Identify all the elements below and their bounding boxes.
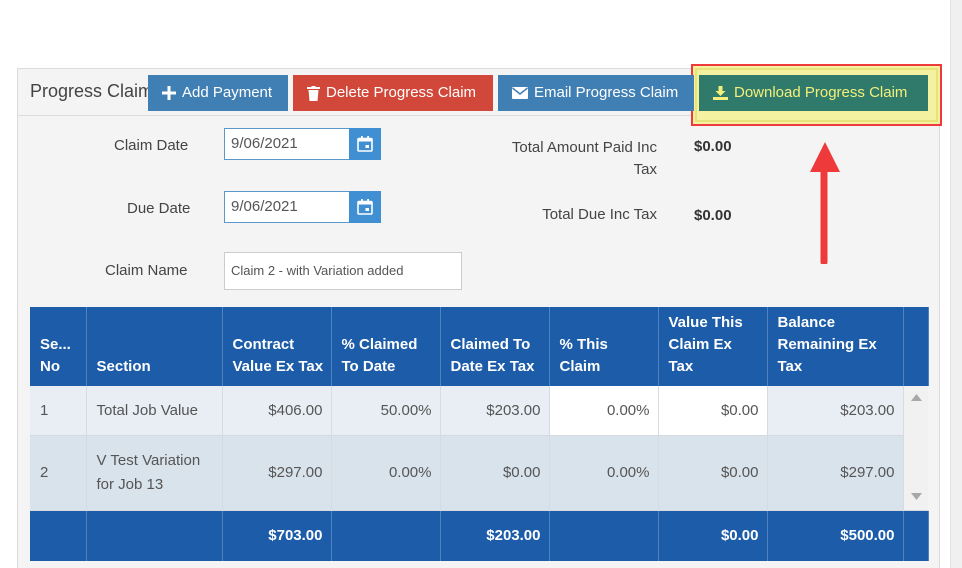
- email-progress-claim-label: Email Progress Claim: [534, 84, 679, 101]
- due-date-calendar-button[interactable]: [349, 191, 381, 223]
- total-contract-value: $703.00: [222, 510, 332, 561]
- cell-pct-this-claim[interactable]: 0.00%: [549, 435, 659, 511]
- cell-claimed-to-date: $0.00: [440, 435, 550, 511]
- plus-icon: [162, 86, 176, 100]
- claim-date-input[interactable]: 9/06/2021: [224, 128, 350, 160]
- total-claimed-to-date: $203.00: [440, 510, 550, 561]
- table-row: 2 V Test Variation for Job 13 $297.00 0.0…: [30, 435, 928, 511]
- add-payment-button[interactable]: Add Payment: [148, 75, 288, 111]
- cell-contract-value: $406.00: [222, 386, 332, 436]
- col-header-balance-remaining[interactable]: Balance Remaining Ex Tax: [767, 307, 904, 386]
- scroll-up-icon[interactable]: [910, 394, 922, 401]
- download-progress-claim-label: Download Progress Claim: [734, 84, 908, 101]
- claim-name-label: Claim Name: [105, 262, 188, 279]
- total-amount-paid-label-line1: Total Amount Paid Inc: [511, 139, 657, 156]
- delete-progress-claim-label: Delete Progress Claim: [326, 84, 477, 101]
- cell-pct-this-claim[interactable]: 0.00%: [549, 386, 659, 436]
- calendar-icon: [357, 136, 373, 152]
- cell-claimed-to-date: $203.00: [440, 386, 550, 436]
- total-amount-paid-value: $0.00: [694, 138, 732, 155]
- cell-contract-value: $297.00: [222, 435, 332, 511]
- calendar-icon: [357, 199, 373, 215]
- claim-date-calendar-button[interactable]: [349, 128, 381, 160]
- cell-pct-claimed-to-date: 0.00%: [331, 435, 441, 511]
- envelope-icon: [512, 87, 528, 99]
- delete-progress-claim-button[interactable]: Delete Progress Claim: [293, 75, 493, 111]
- total-cell-pct-this: [549, 510, 659, 561]
- cell-section: V Test Variation for Job 13: [86, 435, 223, 511]
- claim-table: Se... No Section Contract Value Ex Tax % C…: [30, 307, 929, 561]
- panel-title: Progress Claim: [30, 81, 148, 101]
- cell-pct-claimed-to-date: 50.00%: [331, 386, 441, 436]
- download-progress-claim-button[interactable]: Download Progress Claim: [699, 75, 928, 111]
- page-scrollbar[interactable]: [950, 0, 962, 568]
- col-header-contract-value[interactable]: Contract Value Ex Tax: [222, 307, 332, 386]
- due-date-label: Due Date: [127, 200, 191, 217]
- col-header-pct-claimed-to-date[interactable]: % Claimed To Date: [331, 307, 441, 386]
- total-amount-paid-label-line2: Tax: [633, 161, 657, 178]
- total-due-value: $0.00: [694, 207, 732, 224]
- table-scrollbar[interactable]: [903, 386, 928, 511]
- cell-balance-remaining: $203.00: [767, 386, 904, 436]
- claim-date-label: Claim Date: [114, 137, 189, 154]
- col-header-claimed-to-date[interactable]: Claimed To Date Ex Tax: [440, 307, 550, 386]
- total-cell-scroll-spacer: [903, 510, 929, 561]
- col-header-scroll-spacer: [903, 307, 929, 386]
- cell-balance-remaining: $297.00: [767, 435, 904, 511]
- cell-value-this-claim[interactable]: $0.00: [658, 386, 768, 436]
- cell-seq-no: 2: [30, 435, 87, 511]
- trash-icon: [307, 85, 320, 101]
- claim-name-input[interactable]: Claim 2 - with Variation added: [224, 252, 462, 290]
- total-amount-paid-label: Total Amount Paid Inc Tax: [496, 137, 657, 181]
- due-date-input[interactable]: 9/06/2021: [224, 191, 350, 223]
- annotation-arrow: [810, 142, 840, 264]
- total-cell-section: [86, 510, 223, 561]
- total-cell-pct-to-date: [331, 510, 441, 561]
- col-header-seq-no[interactable]: Se... No: [30, 307, 87, 386]
- total-due-label: Total Due Inc Tax: [542, 206, 657, 223]
- total-balance-remaining: $500.00: [767, 510, 904, 561]
- email-progress-claim-button[interactable]: Email Progress Claim: [498, 75, 694, 111]
- col-header-value-this-claim[interactable]: Value This Claim Ex Tax: [658, 307, 768, 386]
- total-value-this-claim: $0.00: [658, 510, 768, 561]
- download-icon: [713, 86, 728, 100]
- cell-value-this-claim[interactable]: $0.00: [658, 435, 768, 511]
- cell-seq-no: 1: [30, 386, 87, 436]
- add-payment-label: Add Payment: [182, 84, 273, 101]
- table-header-row: Se... No Section Contract Value Ex Tax % C…: [30, 307, 929, 386]
- col-header-section[interactable]: Section: [86, 307, 223, 386]
- col-header-pct-this-claim[interactable]: % This Claim: [549, 307, 659, 386]
- table-totals-row: $703.00 $203.00 $0.00 $500.00: [30, 510, 929, 561]
- scroll-down-icon[interactable]: [910, 492, 922, 500]
- table-row: 1 Total Job Value $406.00 50.00% $203.00…: [30, 386, 928, 511]
- cell-section: Total Job Value: [86, 386, 223, 436]
- total-cell-seq-no: [30, 510, 87, 561]
